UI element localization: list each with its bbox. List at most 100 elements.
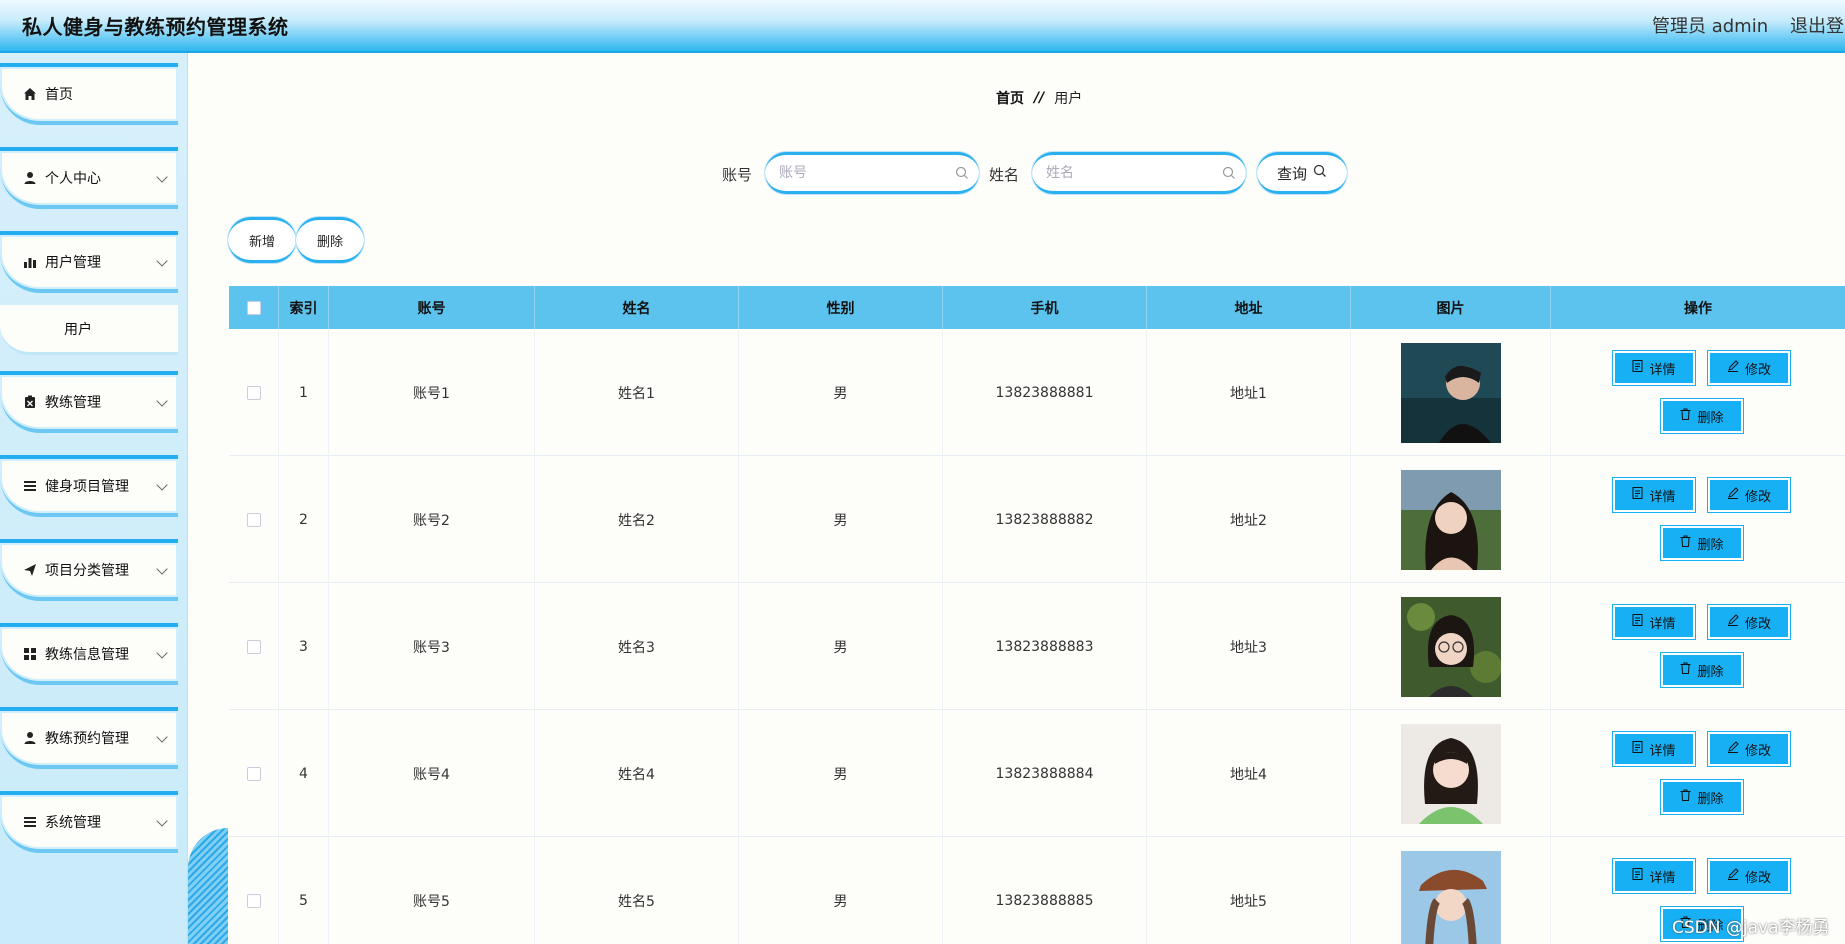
edit-button[interactable]: 修改 xyxy=(1707,477,1791,513)
detail-button-label: 详情 xyxy=(1649,870,1676,886)
cell-account: 账号2 xyxy=(329,456,535,583)
delete-button-label: 删除 xyxy=(1697,537,1724,553)
cell-account: 账号5 xyxy=(329,837,535,944)
detail-button-label: 详情 xyxy=(1649,489,1676,505)
delete-button-label: 删除 xyxy=(1697,664,1724,680)
edit-button[interactable]: 修改 xyxy=(1707,350,1791,386)
header-address: 地址 xyxy=(1147,286,1351,329)
table-row: 1 账号1 姓名1 男 13823888881 地址1 详情 修改 删除 xyxy=(229,329,1845,456)
breadcrumb-separator: // xyxy=(1034,90,1045,106)
row-checkbox[interactable] xyxy=(246,512,261,527)
edit-button-label: 修改 xyxy=(1744,616,1771,632)
table-row: 3 账号3 姓名3 男 13823888883 地址3 详情 修改 删除 xyxy=(229,583,1845,710)
add-button[interactable]: 新增 xyxy=(228,217,296,263)
account-search-input[interactable] xyxy=(779,165,949,181)
user-photo xyxy=(1400,596,1501,697)
sidebar-item-fitness-project-management[interactable]: 健身项目管理 xyxy=(0,455,178,517)
grid-icon xyxy=(21,645,39,663)
sidebar-item-coach-management[interactable]: 教练管理 xyxy=(0,371,178,433)
detail-button-label: 详情 xyxy=(1649,362,1676,378)
cell-image xyxy=(1351,456,1551,583)
detail-button[interactable]: 详情 xyxy=(1612,604,1696,640)
breadcrumb-home[interactable]: 首页 xyxy=(996,88,1024,108)
chevron-down-icon xyxy=(156,563,168,575)
top-header: 私人健身与教练预约管理系统 管理员 admin 退出登 xyxy=(0,0,1845,53)
home-icon xyxy=(21,85,39,103)
account-search-label: 账号 xyxy=(722,166,753,184)
detail-button[interactable]: 详情 xyxy=(1612,858,1696,894)
edit-button-label: 修改 xyxy=(1744,362,1771,378)
row-checkbox[interactable] xyxy=(246,766,261,781)
sidebar-item-label: 首页 xyxy=(45,87,73,103)
detail-button[interactable]: 详情 xyxy=(1612,477,1696,513)
cell-name: 姓名4 xyxy=(535,710,739,837)
delete-button-label: 删除 xyxy=(1697,791,1724,807)
edit-icon xyxy=(1727,868,1739,884)
account-search-field[interactable] xyxy=(765,152,979,194)
delete-button[interactable]: 删除 xyxy=(1660,398,1744,434)
query-button[interactable]: 查询 xyxy=(1257,152,1347,194)
sidebar-item-home[interactable]: 首页 xyxy=(0,63,178,125)
delete-button[interactable]: 删除 xyxy=(1660,525,1744,561)
name-search-input[interactable] xyxy=(1046,165,1216,181)
app-title: 私人健身与教练预约管理系统 xyxy=(22,15,289,39)
sidebar-item-personal-center[interactable]: 个人中心 xyxy=(0,147,178,209)
edit-button[interactable]: 修改 xyxy=(1707,731,1791,767)
row-checkbox[interactable] xyxy=(246,893,261,908)
cell-gender: 男 xyxy=(739,837,943,944)
sidebar-subitem-users[interactable]: 用户 xyxy=(0,305,178,355)
sidebar-item-label: 教练管理 xyxy=(45,395,101,411)
row-checkbox[interactable] xyxy=(246,639,261,654)
clipboard-icon xyxy=(21,393,39,411)
cell-address: 地址5 xyxy=(1147,837,1351,944)
chevron-down-icon xyxy=(156,731,168,743)
bar-chart-icon xyxy=(21,253,39,271)
chevron-down-icon xyxy=(156,171,168,183)
edit-icon xyxy=(1727,360,1739,376)
user-photo xyxy=(1400,342,1501,443)
document-icon xyxy=(1632,868,1643,884)
delete-button-label: 删除 xyxy=(1697,410,1724,426)
add-button-label: 新增 xyxy=(248,234,275,250)
sidebar-item-user-management[interactable]: 用户管理 xyxy=(0,231,178,293)
delete-button[interactable]: 删除 xyxy=(1660,652,1744,688)
cell-index: 1 xyxy=(279,329,329,456)
sidebar-item-system-management[interactable]: 系统管理 xyxy=(0,791,178,853)
edit-button-label: 修改 xyxy=(1744,870,1771,886)
sidebar-item-category-management[interactable]: 项目分类管理 xyxy=(0,539,178,601)
cell-image xyxy=(1351,329,1551,456)
bulk-delete-button[interactable]: 删除 xyxy=(296,217,364,263)
cell-account: 账号1 xyxy=(329,329,535,456)
sidebar-item-label: 教练信息管理 xyxy=(45,647,129,663)
cell-address: 地址3 xyxy=(1147,583,1351,710)
sidebar-item-coach-booking-management[interactable]: 教练预约管理 xyxy=(0,707,178,769)
edit-button-label: 修改 xyxy=(1744,743,1771,759)
cell-account: 账号4 xyxy=(329,710,535,837)
cell-name: 姓名5 xyxy=(535,837,739,944)
delete-button[interactable]: 删除 xyxy=(1660,779,1744,815)
sidebar: 首页 个人中心 用户管理 用户 教练管理 健身项目管理 项目分类管理 教练信息管… xyxy=(0,53,188,944)
detail-button[interactable]: 详情 xyxy=(1612,350,1696,386)
header-name: 姓名 xyxy=(535,286,739,329)
detail-button-label: 详情 xyxy=(1649,743,1676,759)
document-icon xyxy=(1632,741,1643,757)
list-icon xyxy=(21,813,39,831)
cell-actions: 详情 修改 删除 xyxy=(1551,329,1845,456)
edit-button[interactable]: 修改 xyxy=(1707,604,1791,640)
sidebar-item-coach-info-management[interactable]: 教练信息管理 xyxy=(0,623,178,685)
cell-actions: 详情 修改 删除 xyxy=(1551,456,1845,583)
detail-button[interactable]: 详情 xyxy=(1612,731,1696,767)
send-icon xyxy=(21,561,39,579)
cell-phone: 13823888885 xyxy=(943,837,1147,944)
logout-link[interactable]: 退出登 xyxy=(1790,12,1844,38)
name-search-field[interactable] xyxy=(1032,152,1246,194)
edit-icon xyxy=(1727,741,1739,757)
cell-address: 地址4 xyxy=(1147,710,1351,837)
select-all-checkbox[interactable] xyxy=(246,300,261,315)
chevron-down-icon xyxy=(156,479,168,491)
sidebar-item-label: 个人中心 xyxy=(45,171,101,187)
user-icon xyxy=(21,169,39,187)
search-icon xyxy=(955,166,969,184)
row-checkbox[interactable] xyxy=(246,385,261,400)
edit-button[interactable]: 修改 xyxy=(1707,858,1791,894)
